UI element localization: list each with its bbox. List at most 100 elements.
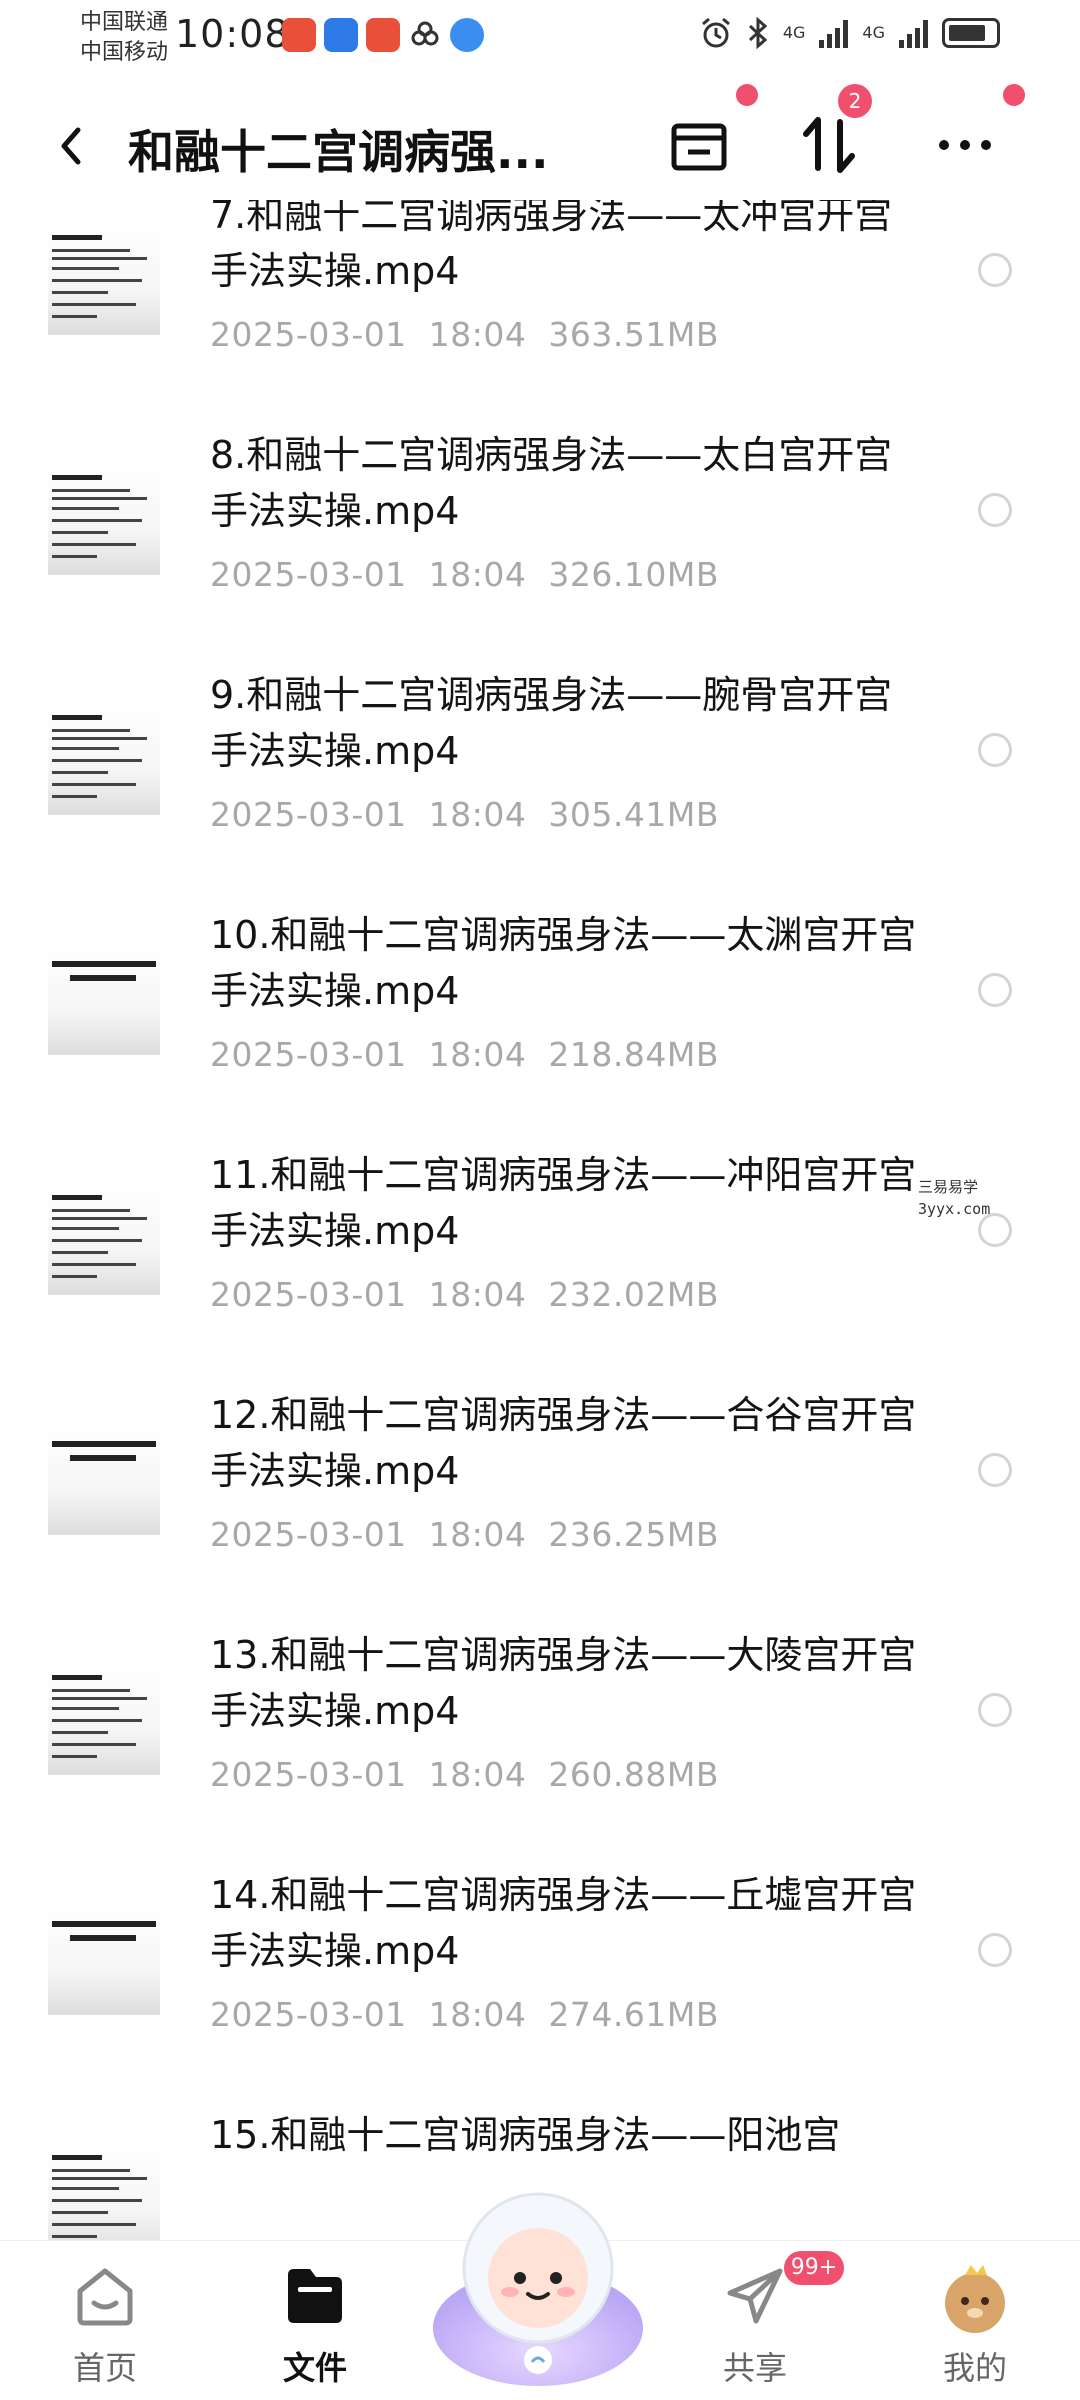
watermark-line-1: 三易易学: [918, 1178, 979, 1196]
file-name: 8.和融十二宫调病强身法——太白宫开宫手法实操.mp4: [210, 433, 893, 533]
file-name: 12.和融十二宫调病强身法——合谷宫开宫手法实操.mp4: [210, 1393, 917, 1493]
file-size: 260.88MB: [548, 1755, 719, 1794]
bluetooth-icon: [748, 16, 768, 50]
home-icon: [77, 2268, 133, 2326]
video-thumbnail: [48, 227, 160, 335]
more-button[interactable]: [930, 110, 1000, 180]
chevron-left-icon: [61, 127, 81, 165]
archive-icon: [671, 123, 727, 171]
file-meta: 2025-03-01 18:04 326.10MB: [210, 555, 741, 594]
file-date: 2025-03-01: [210, 555, 407, 594]
file-time: 18:04: [428, 1035, 527, 1074]
signal-icon: [899, 18, 928, 48]
select-notification-dot: [736, 84, 758, 106]
select-button[interactable]: [664, 110, 734, 180]
nav-files-label: 文件: [282, 2349, 347, 2387]
nav-mine[interactable]: 我的: [900, 2261, 1050, 2391]
file-size: 236.25MB: [548, 1515, 719, 1554]
battery-icon: [942, 18, 1000, 48]
share-badge: 99+: [784, 2251, 844, 2285]
file-meta: 2025-03-01 18:04 236.25MB: [210, 1515, 741, 1554]
file-name: 11.和融十二宫调病强身法——冲阳宫开宫手法实操.mp4: [210, 1153, 917, 1253]
file-size: 363.51MB: [548, 315, 719, 354]
status-bar: 中国联通 中国移动 10:08 4G 4G: [0, 0, 1080, 80]
select-radio[interactable]: [978, 493, 1012, 527]
file-name: 9.和融十二宫调病强身法——腕骨宫开宫手法实操.mp4: [210, 673, 893, 773]
file-name: 10.和融十二宫调病强身法——太渊宫开宫手法实操.mp4: [210, 913, 917, 1013]
watermark-line-2: 3yyx.com: [918, 1200, 991, 1218]
file-row[interactable]: 14.和融十二宫调病强身法——丘墟宫开宫手法实操.mp4 2025-03-01 18…: [0, 1855, 1080, 2100]
file-time: 18:04: [428, 1515, 527, 1554]
video-thumbnail: [48, 947, 160, 1055]
file-date: 2025-03-01: [210, 1035, 407, 1074]
clock: 10:08: [175, 12, 290, 56]
file-date: 2025-03-01: [210, 1515, 407, 1554]
file-meta: 2025-03-01 18:04 274.61MB: [210, 1995, 741, 2034]
huawei-app-icon: [282, 18, 316, 52]
select-radio[interactable]: [978, 253, 1012, 287]
transfer-badge: 2: [838, 84, 872, 118]
file-size: 218.84MB: [548, 1035, 719, 1074]
file-list: 7.和融十二宫调病强身法——太冲宫开宫手法实操.mp4 2025-03-01 18:…: [0, 200, 1080, 2240]
video-thumbnail: [48, 467, 160, 575]
file-row[interactable]: 12.和融十二宫调病强身法——合谷宫开宫手法实操.mp4 2025-03-01 18…: [0, 1375, 1080, 1620]
watermark: 三易易学 3yyx.com: [918, 1176, 990, 1220]
file-row[interactable]: 8.和融十二宫调病强身法——太白宫开宫手法实操.mp4 2025-03-01 18:…: [0, 415, 1080, 660]
file-time: 18:04: [428, 1995, 527, 2034]
cloud-app-icon: [408, 18, 442, 52]
file-meta: 2025-03-01 18:04 305.41MB: [210, 795, 741, 834]
file-row[interactable]: 11.和融十二宫调病强身法——冲阳宫开宫手法实操.mp4 2025-03-01 18…: [0, 1135, 1080, 1380]
system-icons: 4G 4G: [699, 16, 1000, 50]
carrier-info: 中国联通 中国移动: [80, 8, 168, 68]
browser-icon: [450, 18, 484, 52]
video-thumbnail: [48, 707, 160, 815]
file-row[interactable]: 10.和融十二宫调病强身法——太渊宫开宫手法实操.mp4 2025-03-01 18…: [0, 895, 1080, 1140]
alarm-icon: [701, 17, 730, 48]
nav-files[interactable]: 文件: [240, 2261, 390, 2391]
transfer-button[interactable]: [794, 110, 864, 180]
video-thumbnail: [48, 1187, 160, 1295]
sort-transfer-icon: [803, 117, 855, 173]
file-row[interactable]: 7.和融十二宫调病强身法——太冲宫开宫手法实操.mp4 2025-03-01 18:…: [0, 200, 1080, 420]
file-name: 14.和融十二宫调病强身法——丘墟宫开宫手法实操.mp4: [210, 1873, 917, 1973]
file-date: 2025-03-01: [210, 795, 407, 834]
file-time: 18:04: [428, 1755, 527, 1794]
carrier-1: 中国联通: [80, 10, 169, 35]
file-date: 2025-03-01: [210, 315, 407, 354]
huawei-app-icon: [366, 18, 400, 52]
app-notification-icon: [324, 18, 358, 52]
file-size: 232.02MB: [548, 1275, 719, 1314]
file-meta: 2025-03-01 18:04 218.84MB: [210, 1035, 741, 1074]
select-radio[interactable]: [978, 1693, 1012, 1727]
more-icon: [939, 140, 991, 150]
mascot-icon: [433, 2192, 643, 2386]
nav-home[interactable]: 首页: [30, 2261, 180, 2391]
file-name: 13.和融十二宫调病强身法——大陵宫开宫手法实操.mp4: [210, 1633, 917, 1733]
carrier-2: 中国移动: [80, 40, 169, 65]
signal-icon: [819, 18, 849, 48]
file-name: 15.和融十二宫调病强身法——阳池宫: [210, 2113, 841, 2157]
select-radio[interactable]: [978, 973, 1012, 1007]
folder-icon: [288, 2269, 342, 2323]
select-radio[interactable]: [978, 1933, 1012, 1967]
select-radio[interactable]: [978, 733, 1012, 767]
mascot-button[interactable]: [428, 2178, 648, 2388]
nav-home-label: 首页: [72, 2349, 137, 2387]
file-meta: 2025-03-01 18:04 363.51MB: [210, 315, 741, 354]
video-thumbnail: [48, 1907, 160, 2015]
notification-icons: [282, 18, 484, 52]
file-size: 326.10MB: [548, 555, 719, 594]
back-button[interactable]: [44, 116, 104, 176]
top-bar: 和融十二宫调病强... 2: [0, 84, 1080, 200]
network-type-1: 4G: [782, 23, 806, 42]
file-size: 305.41MB: [548, 795, 719, 834]
file-size: 274.61MB: [548, 1995, 719, 2034]
file-row[interactable]: 13.和融十二宫调病强身法——大陵宫开宫手法实操.mp4 2025-03-01 18…: [0, 1615, 1080, 1860]
file-row[interactable]: 9.和融十二宫调病强身法——腕骨宫开宫手法实操.mp4 2025-03-01 18:…: [0, 655, 1080, 900]
select-radio[interactable]: [978, 1453, 1012, 1487]
file-date: 2025-03-01: [210, 1755, 407, 1794]
nav-share-label: 共享: [722, 2349, 787, 2387]
video-thumbnail: [48, 1427, 160, 1535]
file-date: 2025-03-01: [210, 1995, 407, 2034]
more-notification-dot: [1003, 84, 1025, 106]
